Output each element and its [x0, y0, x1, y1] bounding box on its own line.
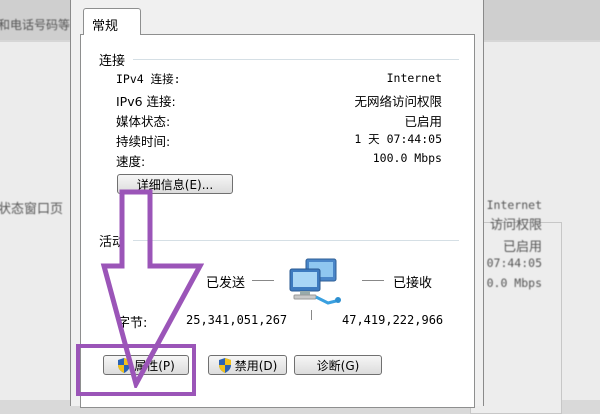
sent-dash [252, 280, 274, 281]
ipv4-value: Internet [386, 71, 442, 85]
diagnose-button[interactable]: 诊断(G) [294, 355, 382, 375]
disable-button-label: 禁用(D) [234, 358, 278, 373]
duration-value: 1 天 07:44:05 [354, 132, 442, 146]
received-label: 已接收 [393, 276, 433, 291]
ipv6-label: IPv6 连接: [116, 94, 176, 109]
background-value-4: 07:44:05 [486, 256, 542, 270]
bytes-received-value: 47,419,222,966 [342, 313, 444, 327]
media-state-value: 已启用 [404, 114, 442, 129]
speed-value: 100.0 Mbps [372, 151, 442, 165]
background-left-text: 状态窗口页 [0, 202, 64, 217]
annotation-highlight-box [76, 344, 196, 396]
uac-shield-icon [218, 357, 231, 373]
ipv4-label: IPv4 连接: [116, 72, 181, 86]
background-value-5: 0.0 Mbps [486, 276, 542, 290]
diagnose-button-label: 诊断(G) [316, 358, 360, 373]
ipv6-value: 无网络访问权限 [354, 94, 442, 109]
media-state-label: 媒体状态: [116, 114, 171, 129]
disable-button[interactable]: 禁用(D) [208, 355, 287, 375]
background-header-text: 和电话号码等 [0, 18, 71, 32]
background-value-2: 访问权限 [489, 218, 542, 233]
background-value-1: Internet [486, 198, 542, 212]
sent-label: 已发送 [206, 276, 246, 291]
network-computers-icon [289, 258, 341, 305]
speed-label: 速度: [116, 154, 146, 169]
icon-stem [311, 310, 312, 320]
duration-label: 持续时间: [116, 134, 171, 149]
background-value-3: 已启用 [502, 240, 542, 255]
tab-general[interactable]: 常规 [83, 8, 141, 35]
connection-group-title: 连接 [99, 54, 126, 69]
connection-group-divider [133, 59, 459, 60]
tab-general-label: 常规 [92, 19, 119, 34]
received-dash [362, 280, 384, 281]
